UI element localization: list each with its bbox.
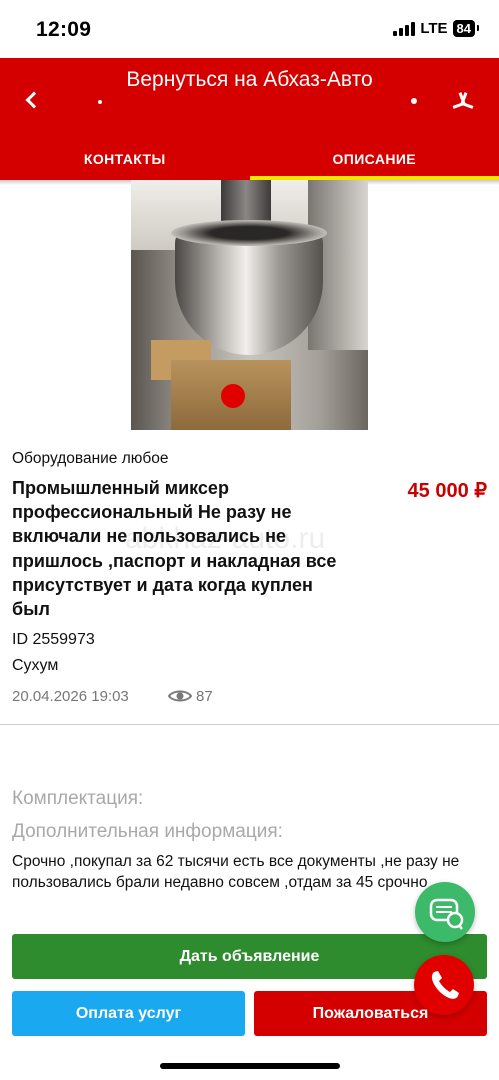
eye-icon	[168, 690, 192, 702]
watermark: abkhaz-auto.ru	[125, 522, 326, 555]
status-bar: 12:09 LTE 84	[0, 0, 499, 58]
listing-id: ID 2559973	[12, 631, 95, 648]
chat-button[interactable]	[415, 882, 475, 942]
additional-info-label: Дополнительная информация:	[12, 821, 283, 842]
listing-date: 20.04.2026 19:03	[12, 688, 129, 705]
gallery-indicator-dot[interactable]	[221, 384, 245, 408]
chat-icon	[429, 898, 464, 930]
network-type: LTE	[420, 20, 448, 37]
return-link[interactable]: Вернуться на Абхаз-Авто	[0, 68, 499, 92]
pay-services-button[interactable]: Оплата услуг	[12, 991, 245, 1036]
listing-photo[interactable]	[131, 180, 368, 430]
listing-price: 45 000 ₽	[407, 480, 487, 502]
status-indicators: LTE 84	[393, 20, 480, 37]
app-header: Вернуться на Абхаз-Авто КОНТАКТЫ ОПИСАНИ…	[0, 58, 499, 180]
listing-city: Сухум	[12, 657, 59, 674]
signal-icon	[393, 21, 416, 36]
tab-contacts[interactable]: КОНТАКТЫ	[0, 142, 250, 180]
phone-icon	[431, 971, 459, 999]
battery-icon: 84	[452, 20, 480, 37]
tab-bar: КОНТАКТЫ ОПИСАНИЕ	[0, 142, 499, 180]
status-time: 12:09	[36, 18, 92, 41]
home-indicator	[160, 1063, 340, 1069]
view-count: 87	[196, 688, 213, 705]
share-icon[interactable]	[451, 94, 475, 108]
mixer-bowl-rim	[171, 220, 327, 246]
back-arrow-icon[interactable]	[25, 91, 43, 109]
equipment-label: Комплектация:	[12, 788, 144, 809]
tab-description[interactable]: ОПИСАНИЕ	[250, 142, 499, 180]
dot-icon	[98, 100, 102, 104]
listing-category: Оборудование любое	[12, 450, 169, 467]
divider	[0, 724, 499, 725]
call-button[interactable]	[414, 955, 474, 1015]
dot-icon	[411, 98, 417, 104]
